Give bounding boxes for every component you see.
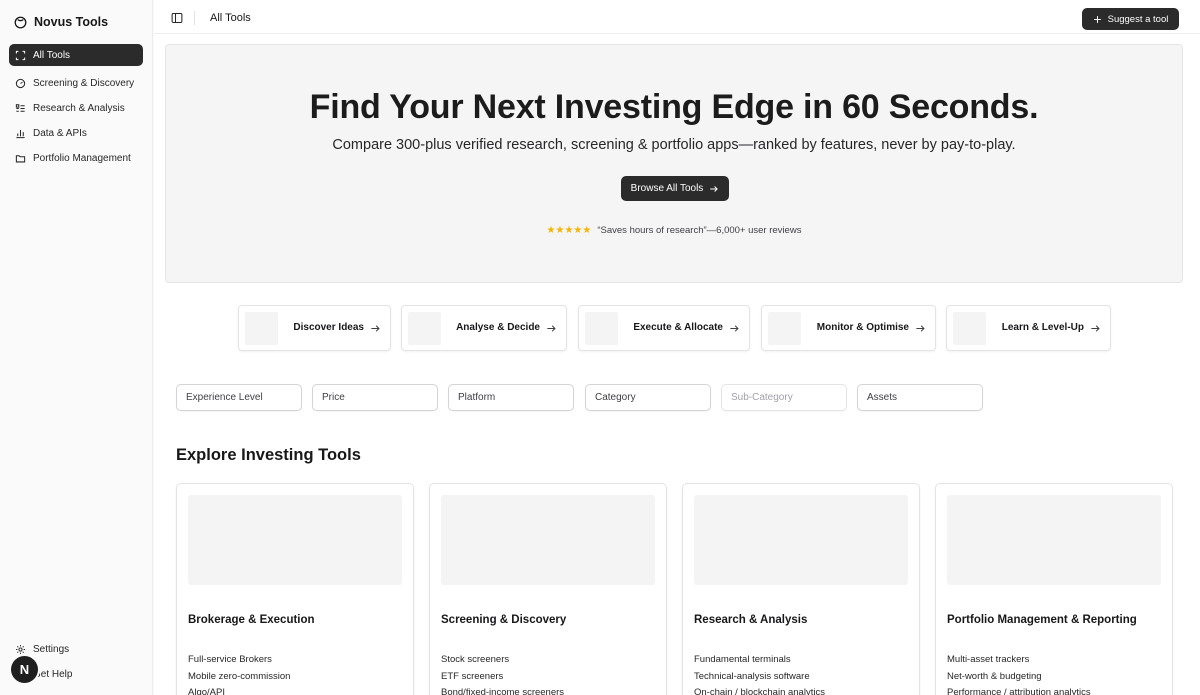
stage-label: Monitor & Optimise: [816, 322, 909, 333]
arrow-right-icon: [547, 325, 556, 332]
stage-card-execute[interactable]: Execute & Allocate: [578, 305, 750, 351]
sidebar-item-data-apis[interactable]: Data & APIs: [9, 122, 143, 144]
review-text: “Saves hours of research”—6,000+ user re…: [597, 225, 802, 236]
sidebar-item-research[interactable]: Research & Analysis: [9, 97, 143, 119]
list-item[interactable]: ETF screeners: [441, 669, 564, 686]
filter-experience-level[interactable]: Experience Level: [176, 384, 302, 411]
gear-icon: [16, 644, 25, 654]
category-card-screening[interactable]: Screening & Discovery Stock screeners ET…: [429, 483, 667, 695]
arrow-right-icon: [710, 185, 719, 192]
plus-icon: [1093, 15, 1101, 23]
list-item[interactable]: Algo/API: [188, 685, 290, 695]
filter-platform[interactable]: Platform: [448, 384, 574, 411]
stage-label: Discover Ideas: [293, 322, 364, 333]
list-item[interactable]: Technical-analysis software: [694, 669, 825, 686]
browse-all-tools-label: Browse All Tools: [630, 183, 704, 194]
category-card-portfolio[interactable]: Portfolio Management & Reporting Multi-a…: [935, 483, 1173, 695]
list-item[interactable]: Stock screeners: [441, 652, 564, 669]
sidebar-item-portfolio[interactable]: Portfolio Management: [9, 147, 143, 169]
list-item[interactable]: On-chain / blockchain analytics: [694, 685, 825, 695]
category-title: Portfolio Management & Reporting: [947, 614, 1137, 626]
sidebar: Novus Tools All Tools Screening & Discov…: [0, 0, 153, 695]
folder-icon: [15, 154, 26, 162]
sidebar-item-label: Screening & Discovery: [33, 77, 135, 89]
list-item[interactable]: Performance / attribution analytics: [947, 685, 1091, 695]
category-items: Multi-asset trackers Net-worth & budgeti…: [947, 652, 1091, 695]
stage-thumbnail: [245, 312, 278, 345]
gauge-icon: [15, 78, 26, 88]
category-title: Brokerage & Execution: [188, 614, 315, 626]
sidebar-item-label: Settings: [33, 643, 70, 655]
bar-chart-icon: [16, 129, 25, 138]
category-items: Full-service Brokers Mobile zero-commiss…: [188, 652, 290, 695]
arrow-right-icon: [371, 325, 380, 332]
suggest-tool-button[interactable]: Suggest a tool: [1082, 8, 1179, 30]
category-thumbnail: [188, 495, 402, 585]
stage-label: Learn & Level-Up: [1001, 322, 1084, 333]
category-thumbnail: [947, 495, 1161, 585]
list-item[interactable]: Net-worth & budgeting: [947, 669, 1091, 686]
browse-all-tools-button[interactable]: Browse All Tools: [621, 176, 729, 201]
hero-title: Find Your Next Investing Edge in 60 Seco…: [309, 88, 1039, 126]
list-item[interactable]: Full-service Brokers: [188, 652, 290, 669]
sidebar-item-label: All Tools: [33, 49, 71, 61]
stage-card-monitor[interactable]: Monitor & Optimise: [761, 305, 936, 351]
filter-price[interactable]: Price: [312, 384, 438, 411]
scan-icon: [15, 50, 26, 60]
list-item[interactable]: Fundamental terminals: [694, 652, 825, 669]
sidebar-item-label: Data & APIs: [33, 127, 87, 139]
category-thumbnail: [694, 495, 908, 585]
sidebar-item-label: Get Help: [33, 668, 73, 680]
list-item[interactable]: Mobile zero-commission: [188, 669, 290, 686]
stage-thumbnail: [585, 312, 618, 345]
main-content: All Tools Suggest a tool Find Your Next …: [154, 0, 1200, 695]
filter-assets[interactable]: Assets: [857, 384, 983, 411]
sidebar-toggle-icon[interactable]: [171, 12, 183, 24]
category-thumbnail: [441, 495, 655, 585]
reviews: ★★★★★ “Saves hours of research”—6,000+ u…: [166, 225, 1182, 236]
category-items: Fundamental terminals Technical-analysis…: [694, 652, 825, 695]
stage-thumbnail: [953, 312, 986, 345]
category-title: Research & Analysis: [694, 614, 808, 626]
explore-title: Explore Investing Tools: [176, 446, 361, 464]
stage-label: Execute & Allocate: [633, 322, 723, 333]
topbar-divider: [194, 11, 195, 25]
filter-sub-category: Sub-Category: [721, 384, 847, 411]
sidebar-item-label: Research & Analysis: [33, 102, 125, 114]
sidebar-item-label: Portfolio Management: [33, 152, 131, 164]
arrow-right-icon: [1091, 325, 1100, 332]
brand[interactable]: Novus Tools: [14, 12, 108, 32]
hero-subtitle: Compare 300-plus verified research, scre…: [332, 137, 1016, 153]
arrow-right-icon: [916, 325, 925, 332]
list-check-icon: [15, 103, 25, 112]
stage-label: Analyse & Decide: [456, 322, 540, 333]
stage-card-analyse[interactable]: Analyse & Decide: [401, 305, 567, 351]
star-rating: ★★★★★: [546, 225, 592, 236]
logo-icon: [14, 16, 27, 28]
list-item[interactable]: Bond/fixed-income screeners: [441, 685, 564, 695]
sidebar-item-screening[interactable]: Screening & Discovery: [9, 72, 143, 94]
stage-card-discover[interactable]: Discover Ideas: [238, 305, 391, 351]
breadcrumb: All Tools: [210, 12, 251, 24]
sidebar-nav: All Tools Screening & Discovery Research…: [9, 44, 143, 172]
stage-card-learn[interactable]: Learn & Level-Up: [946, 305, 1111, 351]
category-items: Stock screeners ETF screeners Bond/fixed…: [441, 652, 564, 695]
avatar[interactable]: N: [11, 656, 38, 683]
arrow-right-icon: [730, 325, 739, 332]
category-card-brokerage[interactable]: Brokerage & Execution Full-service Broke…: [176, 483, 414, 695]
suggest-tool-label: Suggest a tool: [1107, 13, 1169, 25]
category-title: Screening & Discovery: [441, 614, 567, 626]
sidebar-item-all-tools[interactable]: All Tools: [9, 44, 143, 66]
stage-thumbnail: [408, 312, 441, 345]
app-name: Novus Tools: [34, 15, 109, 29]
hero: Find Your Next Investing Edge in 60 Seco…: [165, 44, 1183, 283]
filter-category[interactable]: Category: [585, 384, 711, 411]
category-card-research[interactable]: Research & Analysis Fundamental terminal…: [682, 483, 920, 695]
list-item[interactable]: Multi-asset trackers: [947, 652, 1091, 669]
stage-thumbnail: [768, 312, 801, 345]
topbar: All Tools Suggest a tool: [154, 0, 1200, 34]
